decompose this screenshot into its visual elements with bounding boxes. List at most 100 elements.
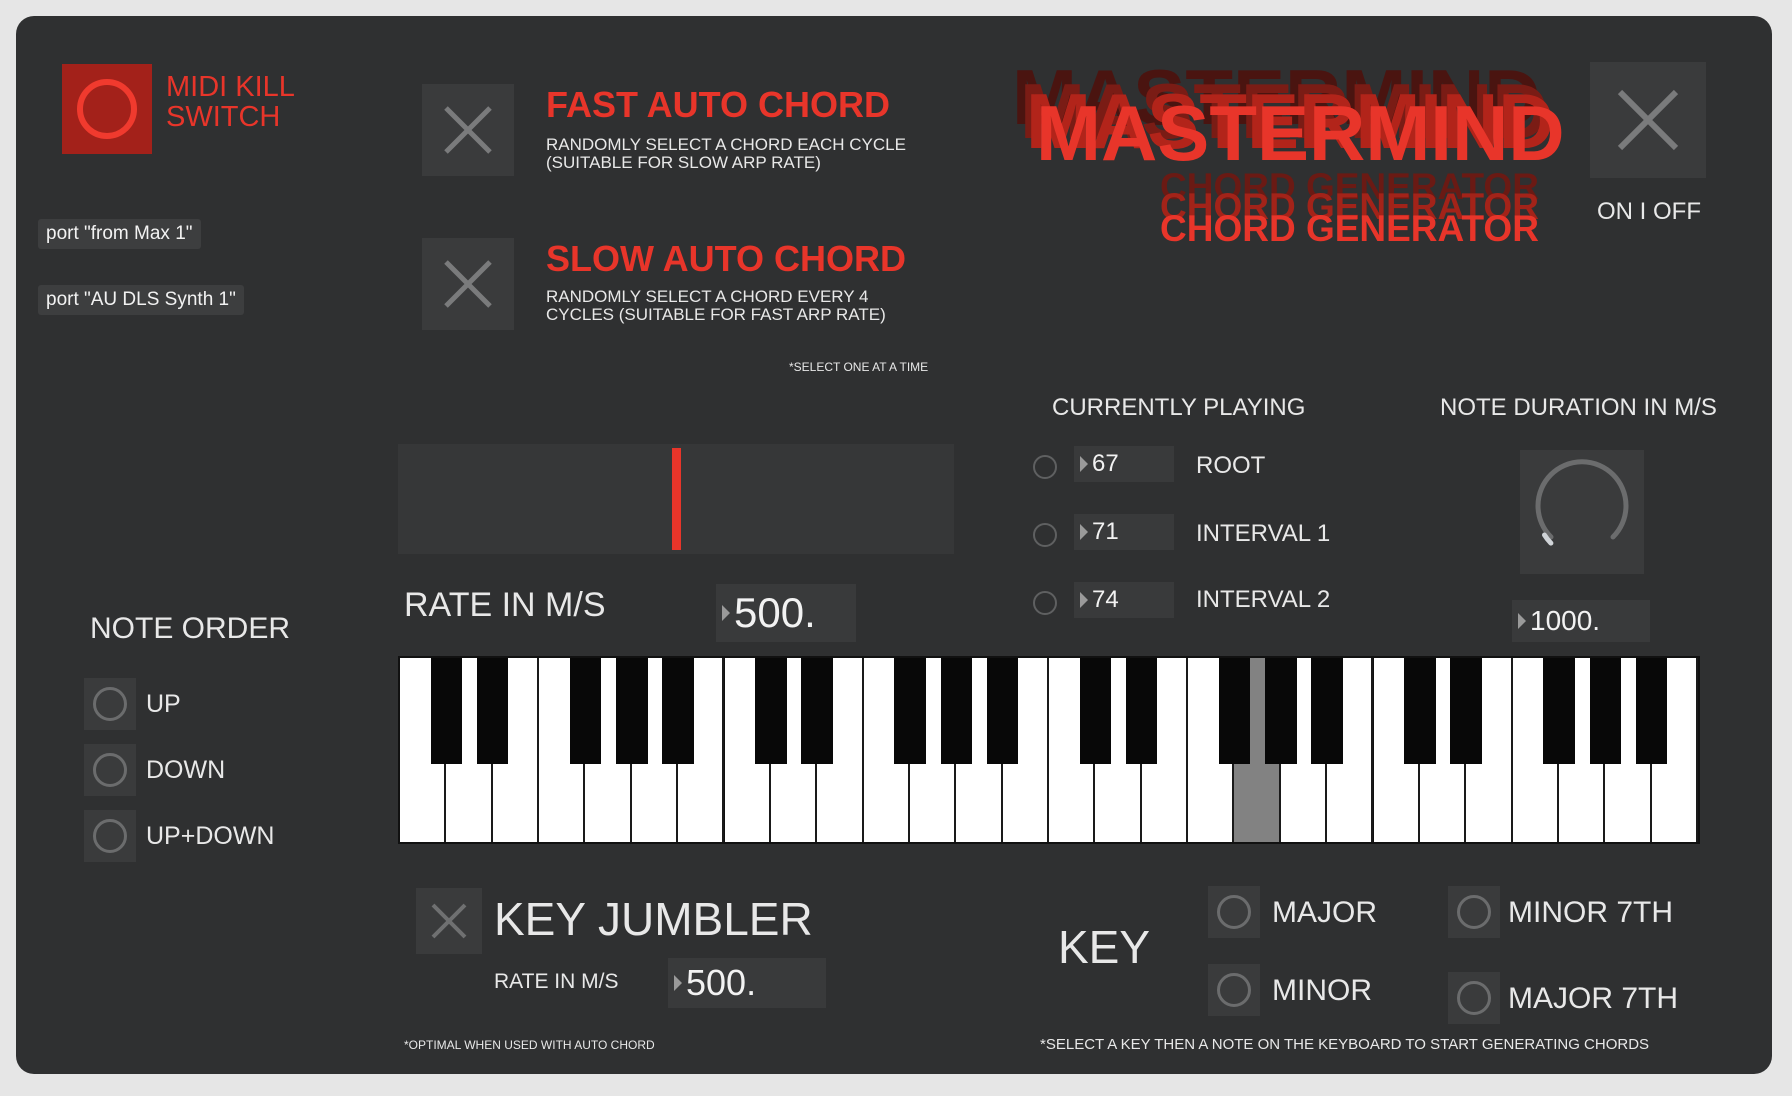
rate-slider[interactable] (398, 444, 954, 554)
key-label: KEY (1058, 921, 1151, 973)
slow-auto-chord-toggle[interactable] (422, 238, 514, 330)
fast-auto-chord-desc-line1: RANDOMLY SELECT A CHORD EACH CYCLE (546, 135, 906, 154)
select-one-note: *SELECT ONE AT A TIME (789, 360, 929, 374)
piano-keyboard[interactable] (398, 656, 1700, 844)
radio-ring-icon (93, 687, 127, 721)
note-order-down-radio[interactable] (84, 744, 136, 796)
rate-number-box[interactable]: 500. (716, 584, 856, 642)
root-number-box[interactable]: 67 (1074, 446, 1174, 482)
note-order-heading: NOTE ORDER (90, 612, 291, 645)
key-major-radio[interactable] (1208, 886, 1260, 938)
key-minor-radio[interactable] (1208, 964, 1260, 1016)
radio-ring-icon (93, 819, 127, 853)
black-key[interactable] (1125, 658, 1158, 764)
kill-switch-label-line2: SWITCH (166, 101, 281, 133)
interval1-value: 71 (1092, 518, 1119, 545)
black-key[interactable] (662, 658, 694, 764)
x-icon (444, 260, 492, 308)
radio-ring-icon (93, 753, 127, 787)
key-jumbler-rate-label: RATE IN M/S (494, 970, 619, 993)
interval2-number-box[interactable]: 74 (1074, 582, 1174, 618)
note-order-updown-radio[interactable] (84, 810, 136, 862)
currently-playing-heading: CURRENTLY PLAYING (1052, 394, 1306, 421)
triangle-icon (1080, 524, 1088, 540)
black-key[interactable] (430, 658, 463, 764)
triangle-icon (1080, 456, 1088, 472)
note-order-up-label: UP (146, 690, 181, 718)
black-key[interactable] (1311, 658, 1343, 764)
black-key[interactable] (755, 658, 787, 764)
black-key[interactable] (1589, 658, 1622, 764)
note-duration-heading: NOTE DURATION IN M/S (1440, 394, 1717, 421)
key-minor-7th-label: MINOR 7TH (1508, 896, 1673, 929)
note-duration-dial[interactable] (1520, 450, 1644, 574)
radio-ring-icon (1033, 455, 1057, 479)
key-select-note: *SELECT A KEY THEN A NOTE ON THE KEYBOAR… (1040, 1036, 1650, 1053)
root-label: ROOT (1196, 452, 1266, 479)
circle-icon (77, 79, 137, 139)
rate-value: 500. (734, 589, 816, 636)
currently-playing-interval1-indicator (1028, 518, 1062, 552)
radio-ring-icon (1457, 981, 1491, 1015)
black-key[interactable] (476, 658, 509, 764)
interval1-label: INTERVAL 1 (1196, 520, 1331, 547)
key-minor-7th-radio[interactable] (1448, 886, 1500, 938)
key-jumbler-toggle[interactable] (416, 888, 482, 954)
black-key[interactable] (616, 658, 648, 764)
x-icon (1617, 89, 1679, 151)
black-key[interactable] (569, 658, 602, 764)
kill-switch-label: MIDI KILL SWITCH (166, 72, 295, 132)
fast-auto-chord-desc: RANDOMLY SELECT A CHORD EACH CYCLE (SUIT… (546, 136, 906, 172)
power-label: ON I OFF (1597, 198, 1701, 225)
logo-subtitle: CHORD GENERATOR (1160, 208, 1539, 249)
black-key[interactable] (1079, 658, 1112, 764)
slow-auto-chord-desc-line1: RANDOMLY SELECT A CHORD EVERY 4 (546, 287, 869, 306)
x-icon (444, 106, 492, 154)
black-key[interactable] (1265, 658, 1297, 764)
radio-ring-icon (1457, 895, 1491, 929)
key-jumbler-rate-value: 500. (686, 962, 757, 1003)
key-major-7th-radio[interactable] (1448, 972, 1500, 1024)
interval2-label: INTERVAL 2 (1196, 586, 1331, 613)
rate-label: RATE IN M/S (404, 586, 606, 624)
fast-auto-chord-title: FAST AUTO CHORD (546, 84, 891, 125)
key-jumbler-note: *OPTIMAL WHEN USED WITH AUTO CHORD (404, 1038, 655, 1052)
black-key[interactable] (1635, 658, 1668, 764)
note-order-up-radio[interactable] (84, 678, 136, 730)
key-jumbler-rate-number-box[interactable]: 500. (668, 958, 826, 1008)
root-value: 67 (1092, 450, 1119, 477)
currently-playing-interval2-indicator (1028, 586, 1062, 620)
rate-slider-thumb[interactable] (672, 448, 681, 550)
port-from-max[interactable]: port "from Max 1" (38, 219, 201, 249)
interval2-value: 74 (1092, 586, 1119, 613)
note-duration-value: 1000. (1530, 605, 1601, 636)
black-key[interactable] (986, 658, 1019, 764)
black-key[interactable] (1450, 658, 1482, 764)
interval1-number-box[interactable]: 71 (1074, 514, 1174, 550)
note-duration-number-box[interactable]: 1000. (1512, 600, 1650, 642)
black-key[interactable] (1218, 658, 1251, 764)
black-key[interactable] (894, 658, 926, 764)
mastermind-logo: MASTERMIND MASTERMIND MASTERMIND MASTERM… (1012, 46, 1572, 256)
black-key[interactable] (940, 658, 973, 764)
power-toggle[interactable] (1590, 62, 1706, 178)
triangle-icon (722, 605, 730, 621)
black-key[interactable] (1404, 658, 1436, 764)
black-key[interactable] (1543, 658, 1575, 764)
currently-playing-root-indicator (1028, 450, 1062, 484)
fast-auto-chord-toggle[interactable] (422, 84, 514, 176)
triangle-icon (674, 975, 682, 991)
black-key[interactable] (801, 658, 833, 764)
port-au-dls-synth[interactable]: port "AU DLS Synth 1" (38, 285, 244, 315)
x-icon (431, 903, 467, 939)
radio-ring-icon (1033, 591, 1057, 615)
key-jumbler-title: KEY JUMBLER (494, 893, 813, 945)
note-order-updown-label: UP+DOWN (146, 822, 275, 850)
kill-switch-label-line1: MIDI KILL (166, 71, 295, 103)
triangle-icon (1518, 613, 1526, 629)
key-major-7th-label: MAJOR 7TH (1508, 982, 1679, 1015)
key-major-label: MAJOR (1272, 896, 1377, 929)
midi-kill-switch-button[interactable] (62, 64, 152, 154)
device-panel: MIDI KILL SWITCH port "from Max 1" port … (16, 16, 1772, 1074)
radio-ring-icon (1033, 523, 1057, 547)
